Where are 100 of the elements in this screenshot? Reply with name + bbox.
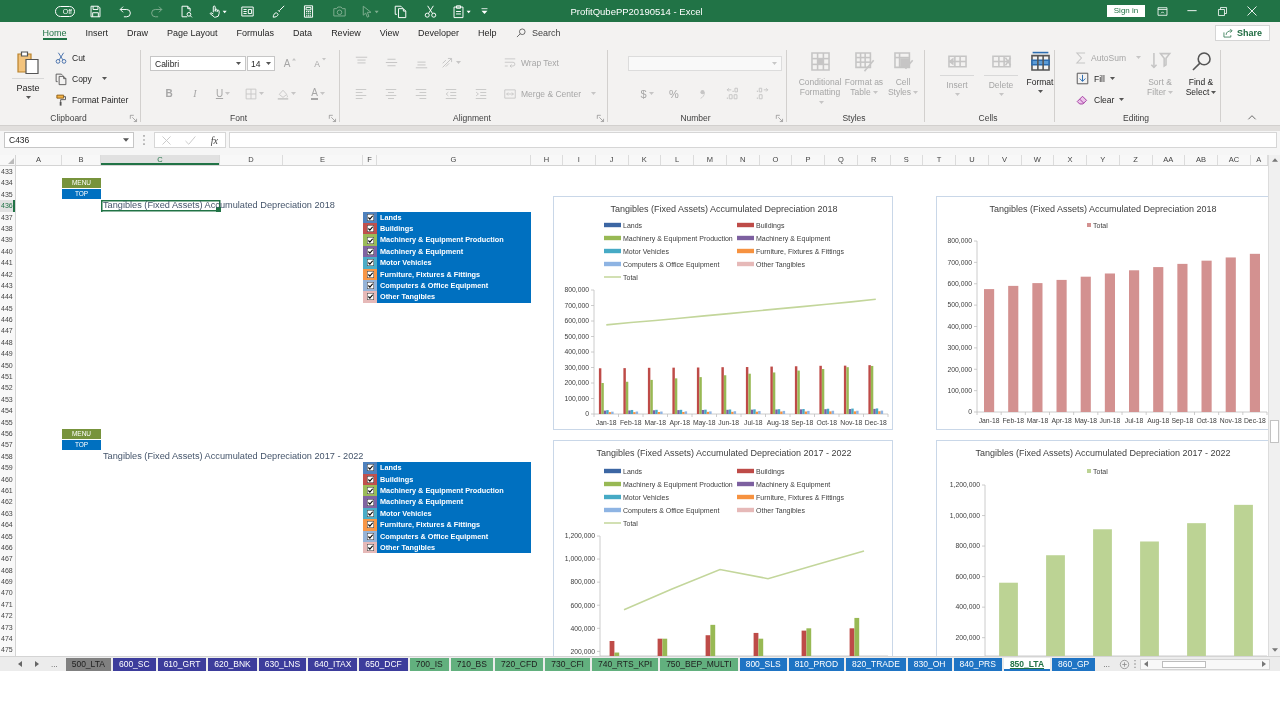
dialog-launcher-icon[interactable]	[597, 114, 604, 122]
clipboard-icon	[17, 51, 39, 74]
minimize-icon[interactable]	[1187, 10, 1197, 12]
sheet-tab[interactable]: 800_SLS	[739, 657, 787, 671]
ribbon-tab[interactable]: Insert	[76, 22, 118, 44]
ribbon-tab[interactable]: Page Layout	[157, 22, 228, 44]
next-sheet-icon[interactable]	[35, 661, 39, 667]
table-brush-icon	[892, 51, 914, 72]
save-icon[interactable]	[88, 4, 102, 18]
sheet-tab[interactable]: 500_LTA	[65, 657, 111, 671]
previous-sheet-icon[interactable]	[18, 661, 22, 667]
caret-icon	[1167, 91, 1173, 95]
scrollbar-thumb[interactable]	[1161, 660, 1206, 668]
sheet-tab[interactable]: 740_RTS_KPI	[591, 657, 659, 671]
ribbon-tab[interactable]: Help	[468, 22, 507, 44]
ribbon-tab[interactable]: Formulas	[227, 22, 284, 44]
sheet-tab[interactable]: 850_LTA	[1003, 657, 1051, 671]
document-search-icon[interactable]	[180, 4, 194, 18]
search-icon	[1190, 51, 1212, 72]
paste-button[interactable]: Paste	[9, 44, 47, 112]
font-name-box[interactable]: Calibri	[150, 56, 246, 71]
copy-icon[interactable]	[393, 4, 407, 18]
find-and-select-button[interactable]: Find & Select	[1181, 44, 1221, 112]
scroll-up-icon[interactable]	[1271, 158, 1278, 162]
horizontal-scrollbar[interactable]	[1139, 658, 1270, 670]
caret-icon	[954, 93, 960, 96]
chart-title: Tangibles (Fixed Assets) Accumulated Depreciation 2017 - 2022	[975, 448, 1231, 458]
ribbon-tab[interactable]: Draw	[117, 22, 158, 44]
caret-icon	[818, 101, 824, 105]
sheet-tab[interactable]: 710_BS	[450, 657, 493, 671]
sheet-tab[interactable]: 640_ITAX	[308, 657, 358, 671]
insert-function-button[interactable]: fx	[210, 134, 218, 146]
fill-button[interactable]: Fill	[1076, 68, 1143, 89]
sheet-tab[interactable]: 600_SC	[112, 657, 156, 671]
dialog-launcher-icon[interactable]	[776, 114, 783, 122]
sum-icon	[1076, 51, 1086, 64]
scroll-left-icon[interactable]	[1143, 661, 1148, 667]
sheet-tab[interactable]: 840_PRS	[953, 657, 1002, 671]
sign-in-button[interactable]: Sign in	[1107, 5, 1145, 17]
sheet-tab[interactable]: 810_PROD	[788, 657, 845, 671]
sheet-tab[interactable]: 700_IS	[409, 657, 449, 671]
hand-icon[interactable]	[207, 4, 227, 18]
sheet-tab[interactable]: 750_BEP_MULTI	[660, 657, 738, 671]
chart-title: Tangibles (Fixed Assets) Accumulated Depreciation 2018	[989, 204, 1217, 214]
sheet-tab[interactable]: 730_CFI	[545, 657, 590, 671]
group-label: Editing	[1123, 113, 1149, 123]
copy-button[interactable]: Copy	[55, 68, 129, 89]
more-sheets-button[interactable]: ...	[1103, 659, 1110, 669]
ribbon-tab[interactable]: Developer	[408, 22, 469, 44]
sheet-tab[interactable]: 620_BNK	[208, 657, 257, 671]
ribbon-tab[interactable]: Data	[283, 22, 322, 44]
format-painter-button[interactable]: Format Painter	[55, 89, 129, 110]
scrollbar-thumb[interactable]	[1270, 420, 1279, 443]
caret-icon	[772, 62, 777, 65]
more-sheets-button[interactable]: ...	[51, 659, 58, 669]
ribbon-tab[interactable]: View	[370, 22, 409, 44]
collapse-ribbon-icon[interactable]	[1248, 115, 1256, 120]
sheet-tab[interactable]: 720_CFD	[494, 657, 544, 671]
font-size-box[interactable]: 14	[247, 56, 275, 71]
caret-icon	[648, 92, 654, 95]
caret-icon	[872, 91, 878, 95]
undo-icon[interactable]	[119, 4, 133, 18]
clear-button[interactable]: Clear	[1076, 89, 1143, 110]
eraser-icon	[1076, 93, 1089, 106]
close-icon[interactable]	[1247, 6, 1257, 16]
scissors-icon	[55, 51, 67, 64]
ribbon-display-options-icon[interactable]	[1156, 5, 1168, 17]
scissors-icon[interactable]	[424, 4, 438, 18]
sheet-tab[interactable]: 820_TRADE	[846, 657, 906, 671]
group-label: Font	[230, 113, 247, 123]
sheet-tab[interactable]: 630_LNS	[258, 657, 307, 671]
ribbon-tab[interactable]: Review	[321, 22, 371, 44]
sheet-tab[interactable]: 860_GP	[1052, 657, 1096, 671]
share-button[interactable]: Share	[1215, 25, 1270, 41]
caret-icon	[266, 62, 271, 65]
brush-icon[interactable]	[271, 4, 285, 18]
name-box[interactable]: C436	[4, 132, 134, 148]
dialog-launcher-icon[interactable]	[329, 114, 336, 122]
vertical-scrollbar[interactable]	[1268, 155, 1280, 656]
format-cells-button[interactable]: Format	[1021, 44, 1059, 112]
sheet-tab[interactable]: 830_OH	[907, 657, 952, 671]
caret-icon	[319, 92, 325, 95]
formula-input[interactable]	[229, 132, 1277, 148]
scroll-down-icon[interactable]	[1271, 648, 1278, 652]
dialog-launcher-icon[interactable]	[130, 114, 137, 122]
scroll-right-icon[interactable]	[1262, 661, 1266, 667]
cut-button[interactable]: Cut	[55, 47, 129, 68]
clipboard-icon[interactable]	[451, 4, 471, 18]
search-button[interactable]: Search	[516, 22, 561, 44]
sheet-tab[interactable]: 650_DCF	[359, 657, 408, 671]
group-label: Cells	[978, 113, 998, 123]
customize-toolbar-icon[interactable]	[481, 8, 488, 14]
restore-icon[interactable]	[1217, 6, 1227, 16]
down-arrow-box-icon	[1076, 72, 1089, 85]
add-sheet-icon[interactable]	[1119, 659, 1129, 669]
copy-icon	[55, 72, 67, 85]
caret-icon	[1119, 98, 1125, 101]
sheet-tab[interactable]: 610_GRT	[157, 657, 207, 671]
form-icon[interactable]	[241, 4, 255, 18]
calculator-icon[interactable]	[302, 4, 316, 18]
